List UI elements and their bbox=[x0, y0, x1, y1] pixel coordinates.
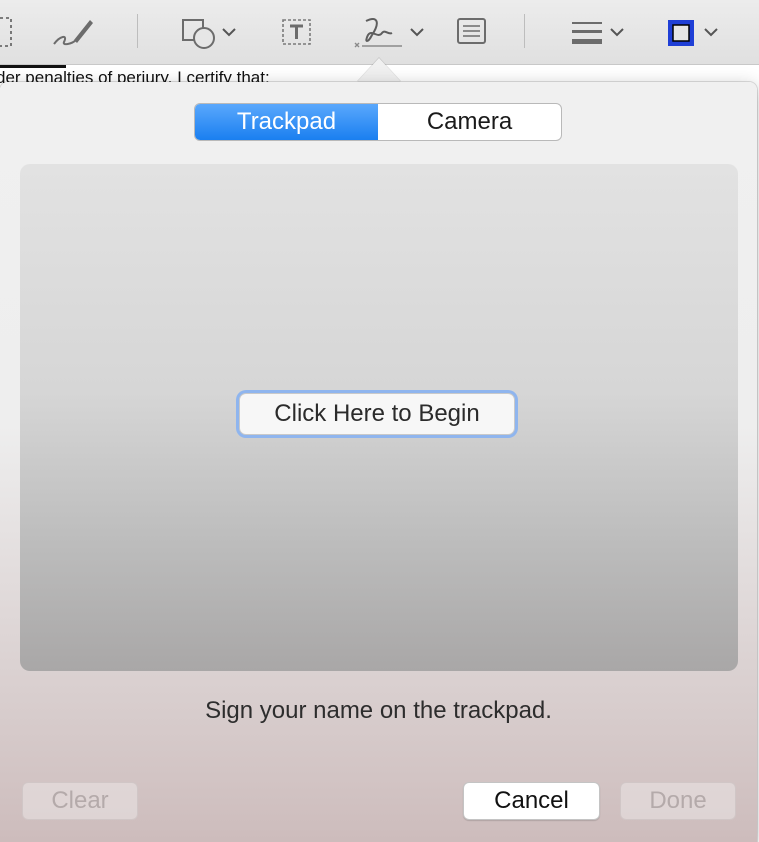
chevron-down-icon bbox=[222, 28, 236, 37]
markup-toolbar bbox=[0, 0, 759, 65]
tab-camera[interactable]: Camera bbox=[378, 104, 561, 140]
selection-icon bbox=[0, 17, 12, 47]
text-tool[interactable] bbox=[280, 12, 314, 52]
popover-arrow bbox=[357, 58, 401, 82]
note-icon bbox=[457, 18, 486, 44]
line-style-icon bbox=[572, 22, 602, 44]
text-box-icon bbox=[282, 19, 311, 45]
sketch-tool[interactable] bbox=[50, 12, 96, 52]
note-tool[interactable] bbox=[456, 12, 488, 52]
signature-popover: Trackpad Camera Click Here to Begin Sign… bbox=[0, 82, 757, 842]
shapes-tool[interactable] bbox=[180, 12, 236, 52]
chevron-down-icon bbox=[610, 28, 624, 37]
sketch-pen-icon bbox=[53, 20, 93, 46]
input-source-segmented-control: Trackpad Camera bbox=[194, 103, 562, 141]
clear-button[interactable]: Clear bbox=[22, 782, 138, 820]
signature-icon bbox=[354, 17, 402, 48]
selection-tool[interactable] bbox=[0, 12, 14, 52]
line-style-tool[interactable] bbox=[570, 12, 624, 52]
chevron-down-icon bbox=[704, 28, 718, 37]
border-color-tool[interactable] bbox=[666, 12, 718, 52]
border-color-icon bbox=[668, 20, 694, 46]
signature-pad[interactable]: Click Here to Begin bbox=[20, 164, 738, 671]
tab-trackpad[interactable]: Trackpad bbox=[195, 104, 378, 140]
click-to-begin-button[interactable]: Click Here to Begin bbox=[239, 393, 515, 435]
toolbar-separator bbox=[137, 14, 138, 48]
toolbar-separator bbox=[524, 14, 525, 48]
chevron-down-icon bbox=[410, 28, 424, 37]
shapes-icon bbox=[182, 19, 215, 49]
done-button[interactable]: Done bbox=[620, 782, 736, 820]
signature-tool[interactable] bbox=[352, 12, 424, 52]
instruction-text: Sign your name on the trackpad. bbox=[205, 697, 552, 724]
cancel-button[interactable]: Cancel bbox=[463, 782, 600, 820]
